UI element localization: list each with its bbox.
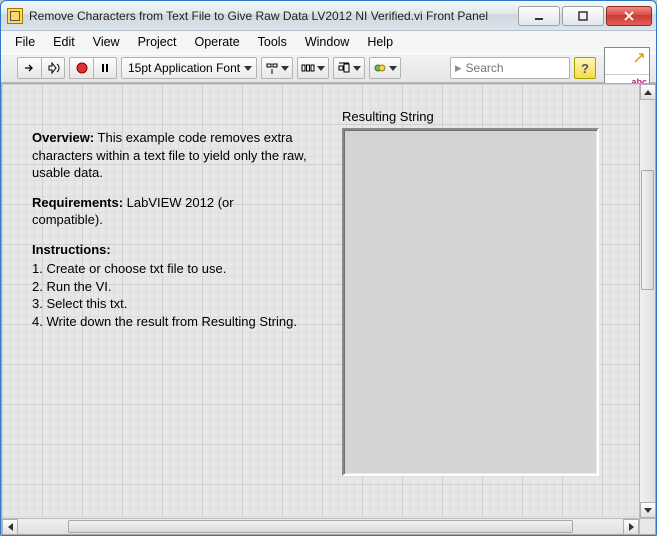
menu-operate[interactable]: Operate — [186, 33, 247, 51]
canvas-scroll-region: Overview: This example code removes extr… — [1, 83, 656, 535]
chevron-down-icon — [244, 66, 252, 71]
run-continuously-button[interactable] — [41, 57, 65, 79]
chevron-down-icon — [644, 508, 652, 513]
scroll-corner — [639, 518, 655, 534]
menu-edit[interactable]: Edit — [45, 33, 83, 51]
menu-project[interactable]: Project — [130, 33, 185, 51]
instructions-heading: Instructions: — [32, 242, 111, 257]
labview-vi-icon — [7, 8, 23, 24]
scroll-down-button[interactable] — [640, 502, 656, 518]
instruction-step: 3. Select this txt. — [32, 295, 307, 313]
chevron-down-icon — [353, 66, 361, 71]
resulting-string-indicator[interactable] — [342, 128, 599, 476]
run-button[interactable] — [17, 57, 41, 79]
toolbar: 15pt Application Font ▸ ? — [1, 53, 656, 83]
chevron-down-icon — [317, 66, 325, 71]
horizontal-scroll-thumb[interactable] — [68, 520, 573, 533]
maximize-button[interactable] — [562, 6, 604, 26]
chevron-up-icon — [644, 90, 652, 95]
menu-window[interactable]: Window — [297, 33, 357, 51]
search-box[interactable]: ▸ — [450, 57, 570, 79]
horizontal-scroll-track[interactable] — [18, 519, 623, 534]
instruction-step: 1. Create or choose txt file to use. — [32, 260, 307, 278]
scroll-up-button[interactable] — [640, 84, 656, 100]
menu-help[interactable]: Help — [359, 33, 401, 51]
close-button[interactable] — [606, 6, 652, 26]
app-window: Remove Characters from Text File to Give… — [0, 0, 657, 536]
chevron-left-icon — [8, 523, 13, 531]
align-objects-button[interactable] — [261, 57, 293, 79]
scroll-right-button[interactable] — [623, 519, 639, 535]
distribute-objects-button[interactable] — [297, 57, 329, 79]
abort-button[interactable] — [69, 57, 93, 79]
menu-view[interactable]: View — [85, 33, 128, 51]
titlebar[interactable]: Remove Characters from Text File to Give… — [1, 1, 656, 31]
connector-arrow-icon — [633, 50, 647, 64]
horizontal-scrollbar[interactable] — [2, 518, 639, 534]
scroll-left-button[interactable] — [2, 519, 18, 535]
font-selector[interactable]: 15pt Application Font — [121, 57, 257, 79]
window-title: Remove Characters from Text File to Give… — [29, 9, 514, 23]
menubar: File Edit View Project Operate Tools Win… — [1, 31, 656, 53]
instruction-step: 4. Write down the result from Resulting … — [32, 313, 307, 331]
vertical-scroll-track[interactable] — [640, 100, 655, 502]
chevron-down-icon — [389, 66, 397, 71]
search-input[interactable] — [464, 60, 623, 76]
resulting-string-label: Resulting String — [342, 109, 434, 124]
reorder-button[interactable] — [369, 57, 401, 79]
pause-button[interactable] — [93, 57, 117, 79]
menu-tools[interactable]: Tools — [250, 33, 295, 51]
vertical-scroll-thumb[interactable] — [641, 170, 654, 290]
chevron-right-icon — [629, 523, 634, 531]
minimize-button[interactable] — [518, 6, 560, 26]
search-caret-icon: ▸ — [455, 60, 462, 76]
content-area: Overview: This example code removes extr… — [1, 83, 656, 535]
front-panel-canvas[interactable]: Overview: This example code removes extr… — [2, 84, 639, 518]
requirements-heading: Requirements: — [32, 195, 123, 210]
vertical-scrollbar[interactable] — [639, 84, 655, 518]
menu-file[interactable]: File — [7, 33, 43, 51]
context-help-button[interactable]: ? — [574, 57, 596, 79]
overview-heading: Overview: — [32, 130, 94, 145]
overview-text-block: Overview: This example code removes extr… — [32, 129, 307, 330]
font-label: 15pt Application Font — [128, 61, 240, 75]
instruction-step: 2. Run the VI. — [32, 278, 307, 296]
resize-objects-button[interactable] — [333, 57, 365, 79]
chevron-down-icon — [281, 66, 289, 71]
